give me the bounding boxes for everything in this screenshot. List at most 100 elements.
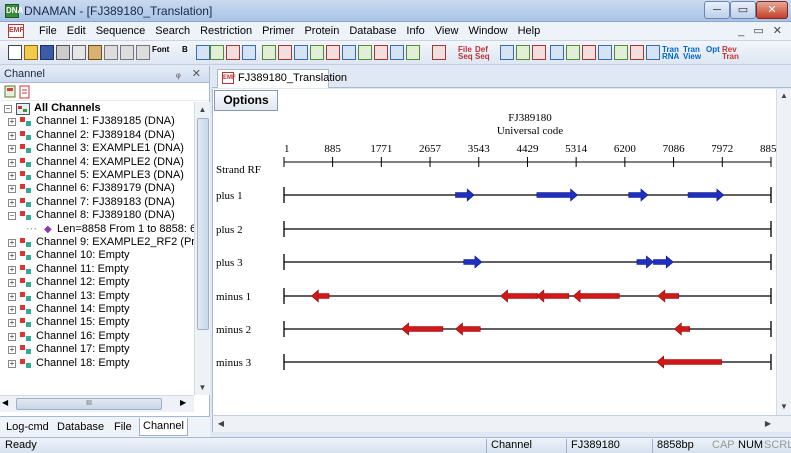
- expand-icon[interactable]: +: [8, 359, 16, 368]
- view-hscroll[interactable]: ◀ ▶: [212, 415, 791, 432]
- menu-search[interactable]: Search: [150, 25, 195, 37]
- save-icon[interactable]: [40, 45, 54, 60]
- orf-icon[interactable]: [614, 45, 628, 60]
- mdi-controls[interactable]: _ ▭ ✕: [738, 24, 785, 37]
- menu-file[interactable]: File: [34, 25, 62, 37]
- menu-window[interactable]: Window: [463, 25, 512, 37]
- menu-view[interactable]: View: [430, 25, 464, 37]
- collapse-icon[interactable]: −: [8, 212, 16, 221]
- menu-help[interactable]: Help: [513, 25, 546, 37]
- tree-root-all-channels[interactable]: − All Channels: [0, 102, 194, 115]
- hscroll-thumb[interactable]: III: [16, 398, 162, 410]
- expand-icon[interactable]: +: [8, 172, 16, 180]
- expand-icon[interactable]: +: [8, 332, 16, 341]
- options-button[interactable]: Options: [214, 90, 278, 111]
- primer-icon[interactable]: [566, 45, 580, 60]
- tree-channel-15[interactable]: + Channel 15: Empty: [0, 316, 194, 329]
- tree-channel-16[interactable]: + Channel 16: Empty: [0, 330, 194, 343]
- expand-icon[interactable]: +: [8, 319, 16, 328]
- translate-icon[interactable]: [598, 45, 612, 60]
- tree-channel-10[interactable]: + Channel 10: Empty: [0, 249, 194, 262]
- copy-icon[interactable]: [72, 45, 86, 60]
- bold-button[interactable]: B: [182, 46, 188, 54]
- chart-icon[interactable]: [432, 45, 446, 60]
- rev-tran-button[interactable]: Rev Tran: [722, 46, 739, 61]
- panel-tool-icons[interactable]: [4, 84, 44, 100]
- underline-icon[interactable]: [210, 45, 224, 60]
- font-color-icon[interactable]: [226, 45, 240, 60]
- menu-sequence[interactable]: Sequence: [91, 25, 151, 37]
- menu-primer[interactable]: Primer: [257, 25, 299, 37]
- expand-icon[interactable]: +: [8, 252, 16, 261]
- menu-protein[interactable]: Protein: [299, 25, 344, 37]
- italic-icon[interactable]: [196, 45, 210, 60]
- tree-channel-3[interactable]: + Channel 3: EXAMPLE1 (DNA): [0, 142, 194, 155]
- expand-icon[interactable]: +: [8, 198, 16, 207]
- view-vscroll[interactable]: ▲ ▼: [776, 89, 791, 415]
- tree-sequence-entry[interactable]: ⋯ ◆ Len=8858 From 1 to 8858: 6: [0, 223, 194, 236]
- minimize-button[interactable]: ─: [704, 1, 730, 19]
- align-left-icon[interactable]: [262, 45, 276, 60]
- tree-channel-17[interactable]: + Channel 17: Empty: [0, 343, 194, 356]
- menu-info[interactable]: Info: [401, 25, 429, 37]
- expand-icon[interactable]: +: [8, 239, 16, 247]
- scroll-thumb[interactable]: [197, 118, 209, 330]
- font-button[interactable]: Font: [152, 46, 169, 54]
- cut-icon[interactable]: [104, 45, 118, 60]
- menu-database[interactable]: Database: [344, 25, 401, 37]
- tab-channel[interactable]: Channel: [139, 418, 188, 436]
- expand-icon[interactable]: +: [8, 346, 16, 355]
- dot-matrix-icon[interactable]: [500, 45, 514, 60]
- search-icon[interactable]: [550, 45, 564, 60]
- menu-restriction[interactable]: Restriction: [195, 25, 257, 37]
- redo-icon[interactable]: [136, 45, 150, 60]
- print-icon[interactable]: [56, 45, 70, 60]
- tree-channel-11[interactable]: + Channel 11: Empty: [0, 263, 194, 276]
- tree-channel-9[interactable]: + Channel 9: EXAMPLE2_RF2 (Pro: [0, 236, 194, 249]
- expand-icon[interactable]: +: [8, 145, 16, 154]
- highlight-icon[interactable]: [242, 45, 256, 60]
- view-scroll-right-icon[interactable]: ▶: [761, 417, 775, 431]
- tree-icon[interactable]: [532, 45, 546, 60]
- tab-file[interactable]: File: [114, 421, 132, 433]
- tree-channel-13[interactable]: + Channel 13: Empty: [0, 290, 194, 303]
- collapse-icon[interactable]: −: [4, 105, 12, 113]
- opt-button[interactable]: Opt: [706, 46, 720, 54]
- numbering-icon[interactable]: [326, 45, 340, 60]
- restriction-icon[interactable]: [582, 45, 596, 60]
- map-icon[interactable]: [374, 45, 388, 60]
- bullets-icon[interactable]: [310, 45, 324, 60]
- tab-log-cmd[interactable]: Log-cmd: [6, 421, 49, 433]
- align-right-icon[interactable]: [294, 45, 308, 60]
- tree-channel-2[interactable]: + Channel 2: FJ389184 (DNA): [0, 129, 194, 142]
- tree-channel-6[interactable]: + Channel 6: FJ389179 (DNA): [0, 182, 194, 195]
- map-view-icon[interactable]: [630, 45, 644, 60]
- scroll-down-arrow-icon[interactable]: ▼: [195, 380, 210, 395]
- undo-icon[interactable]: [120, 45, 134, 60]
- panel-pin-close-icons[interactable]: ᵩ ✕: [176, 67, 205, 80]
- scroll-up-arrow-icon[interactable]: ▲: [195, 102, 210, 117]
- expand-icon[interactable]: +: [8, 118, 16, 127]
- expand-icon[interactable]: +: [8, 131, 16, 140]
- scroll-left-arrow-icon[interactable]: ◀: [2, 398, 8, 407]
- scroll-right-arrow-icon[interactable]: ▶: [180, 398, 186, 407]
- channel-tree-hscroll[interactable]: ◀ III ▶: [0, 395, 194, 412]
- file-seq-button[interactable]: File Seq: [458, 46, 473, 61]
- open-folder-icon[interactable]: [24, 45, 38, 60]
- tran-rna-button[interactable]: Tran RNA: [662, 46, 679, 61]
- indent-icon[interactable]: [342, 45, 356, 60]
- tree-channel-8[interactable]: − Channel 8: FJ389180 (DNA): [0, 209, 194, 222]
- expand-icon[interactable]: +: [8, 279, 16, 288]
- compare-icon[interactable]: [406, 45, 420, 60]
- protein-icon[interactable]: [646, 45, 660, 60]
- view-scroll-up-icon[interactable]: ▲: [777, 89, 791, 103]
- tree-channel-7[interactable]: + Channel 7: FJ389183 (DNA): [0, 196, 194, 209]
- menu-edit[interactable]: Edit: [62, 25, 91, 37]
- new-file-icon[interactable]: [8, 45, 22, 60]
- tree-channel-5[interactable]: + Channel 5: EXAMPLE3 (DNA): [0, 169, 194, 182]
- tab-fj389180-translation[interactable]: EMF FJ389180_Translation: [217, 69, 347, 88]
- tree-channel-12[interactable]: + Channel 12: Empty: [0, 276, 194, 289]
- tab-database[interactable]: Database: [57, 421, 104, 433]
- document-icon[interactable]: EMF: [8, 24, 24, 38]
- maximize-button[interactable]: ▭: [730, 1, 756, 19]
